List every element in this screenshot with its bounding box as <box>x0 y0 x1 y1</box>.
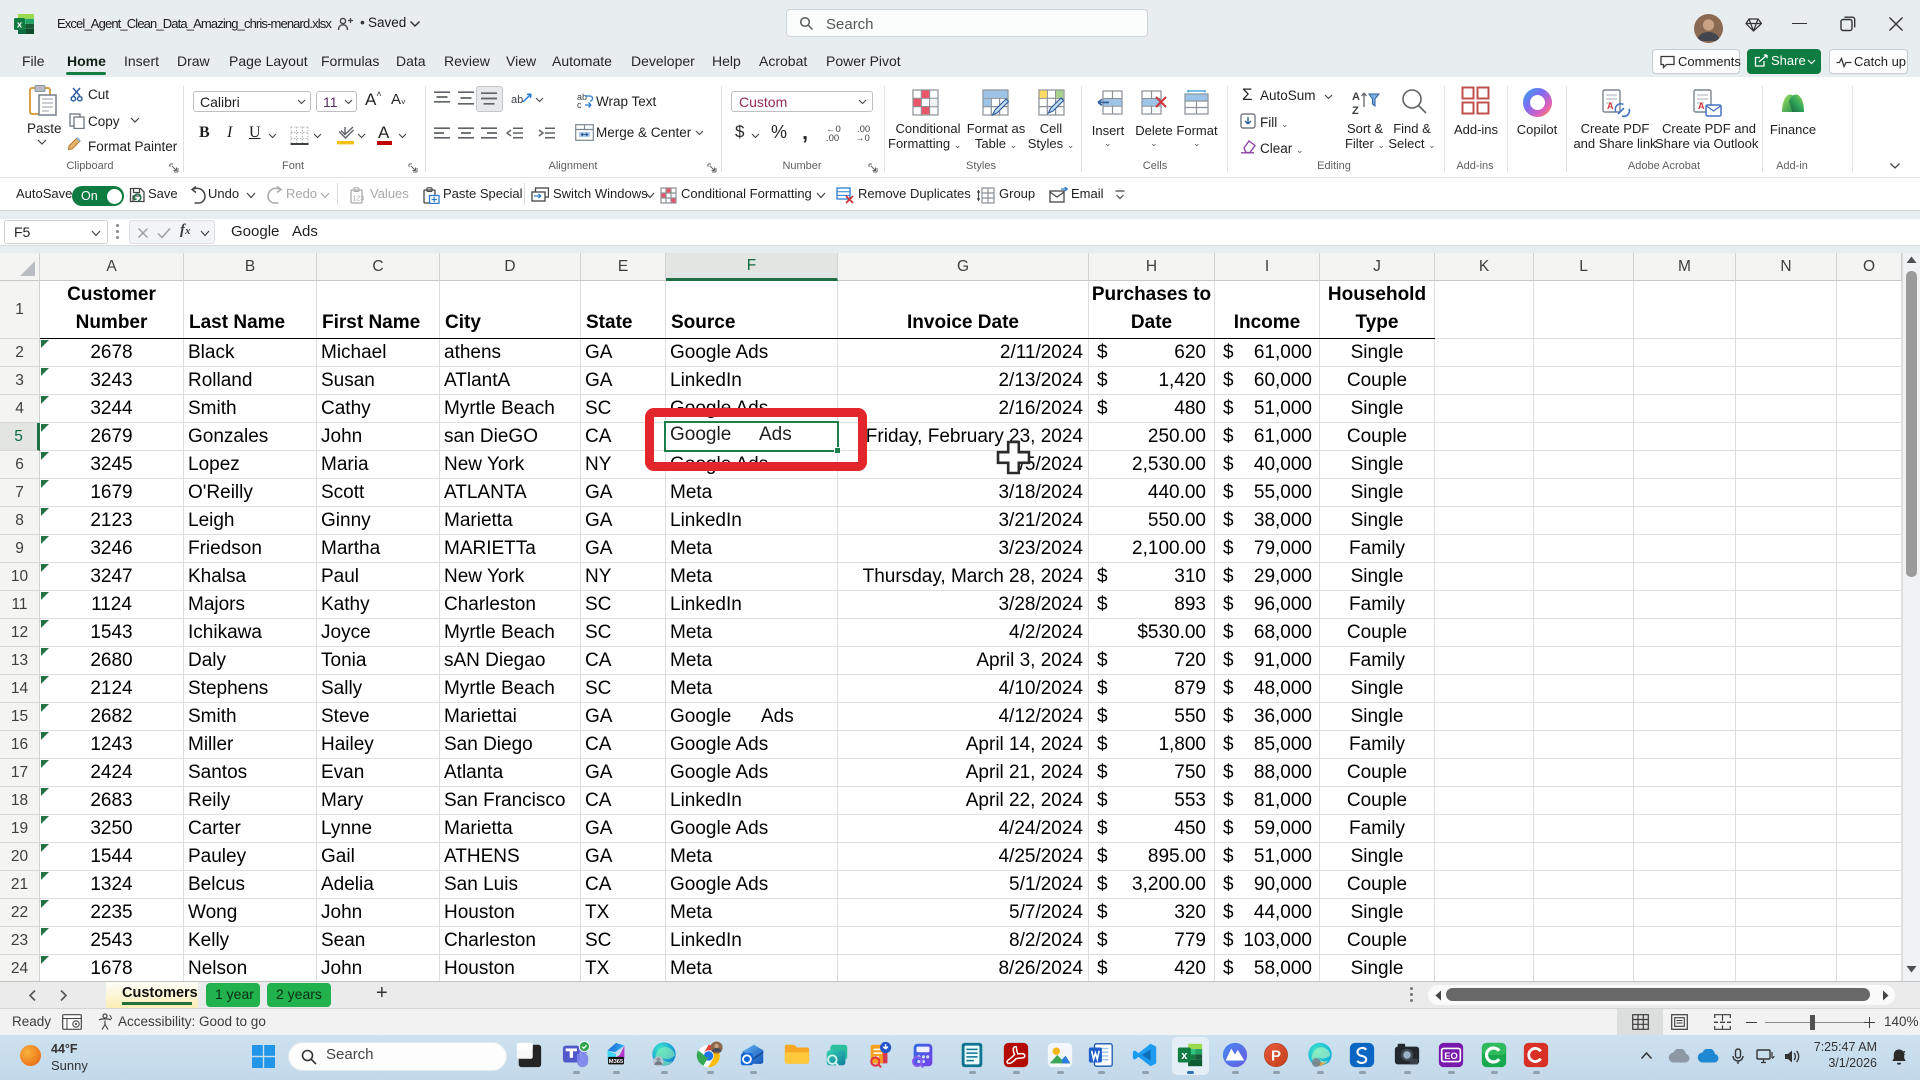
svg-text:→0: →0 <box>855 133 870 142</box>
svg-text:P: P <box>1271 1048 1281 1065</box>
svg-text:A: A <box>1607 101 1614 111</box>
svg-text:z: z <box>1903 1051 1906 1057</box>
svg-text:x: x <box>1181 1050 1188 1062</box>
svg-text:c: c <box>577 100 582 109</box>
svg-text:ab: ab <box>511 94 523 106</box>
svg-text:Z: Z <box>1352 105 1359 116</box>
svg-text:A: A <box>1698 101 1705 111</box>
svg-text:EO: EO <box>1444 1051 1457 1061</box>
svg-text:123: 123 <box>353 196 365 203</box>
svg-text:M365: M365 <box>609 1059 624 1065</box>
svg-text:x: x <box>17 19 23 30</box>
svg-text:.00: .00 <box>826 133 839 142</box>
svg-text:A: A <box>1352 91 1360 103</box>
